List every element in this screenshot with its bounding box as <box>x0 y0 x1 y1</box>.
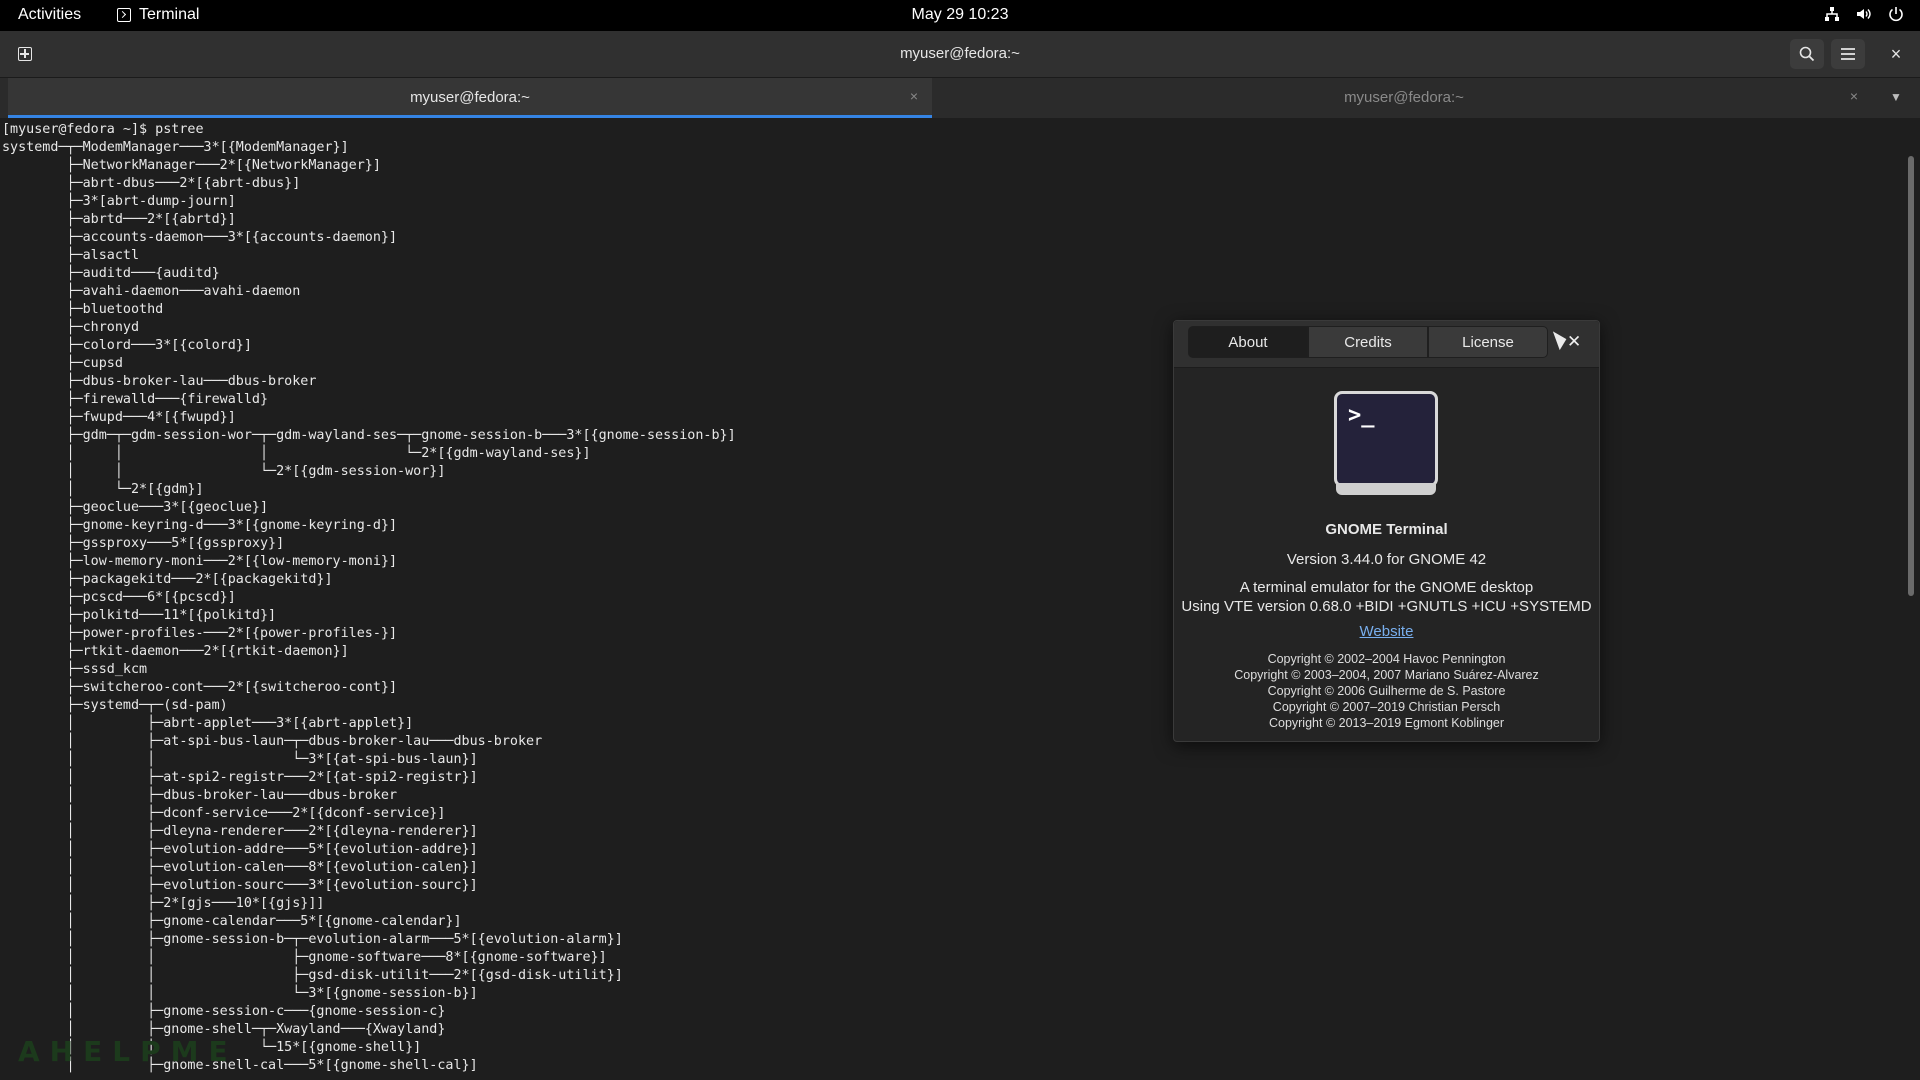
about-dialog-tabs: About Credits License <box>1188 326 1548 358</box>
system-tray[interactable] <box>1824 6 1904 26</box>
volume-icon[interactable] <box>1856 6 1872 26</box>
tab-1-label: myuser@fedora:~ <box>410 89 530 106</box>
search-icon <box>1799 46 1815 62</box>
app-name: GNOME Terminal <box>1325 521 1448 538</box>
power-icon[interactable] <box>1888 6 1904 26</box>
copyright-line: Copyright © 2007–2019 Christian Persch <box>1272 700 1501 714</box>
tab-bar: myuser@fedora:~ × myuser@fedora:~ × ▼ <box>0 78 1920 118</box>
tab-about[interactable]: About <box>1188 326 1308 358</box>
scrollbar[interactable] <box>1908 156 1914 596</box>
hamburger-icon <box>1841 48 1855 60</box>
copyright-line: Copyright © 2003–2004, 2007 Mariano Suár… <box>1234 668 1539 682</box>
terminal-window: myuser@fedora:~ × myuser@fedora:~ × myus… <box>0 31 1920 1080</box>
window-close-button[interactable]: × <box>1879 39 1913 69</box>
tab-credits[interactable]: Credits <box>1308 326 1428 358</box>
about-dialog-header: About Credits License ✕ <box>1174 321 1599 368</box>
header-bar: myuser@fedora:~ × <box>0 31 1920 78</box>
main-menu-button[interactable] <box>1831 39 1865 69</box>
search-button[interactable] <box>1790 39 1824 69</box>
tab-1-close-icon[interactable]: × <box>910 88 918 104</box>
copyright-line: Copyright © 2006 Guilherme de S. Pastore <box>1267 684 1506 698</box>
app-description: A terminal emulator for the GNOME deskto… <box>1174 578 1599 616</box>
tab-2-close-icon[interactable]: × <box>1850 88 1858 104</box>
dialog-close-button[interactable]: ✕ <box>1567 332 1581 352</box>
description-line-2: Using VTE version 0.68.0 +BIDI +GNUTLS +… <box>1181 598 1592 615</box>
gnome-terminal-logo-icon: >_ <box>1334 391 1438 495</box>
terminal-content[interactable]: [myuser@fedora ~]$ pstree systemd─┬─Mode… <box>0 119 1905 1080</box>
tab-1[interactable]: myuser@fedora:~ × <box>8 78 932 118</box>
tab-2-label: myuser@fedora:~ <box>1344 89 1464 106</box>
copyright-list: Copyright © 2002–2004 Havoc Pennington C… <box>1174 651 1599 731</box>
description-line-1: A terminal emulator for the GNOME deskto… <box>1239 579 1534 596</box>
website-link[interactable]: Website <box>1174 623 1599 640</box>
window-title: myuser@fedora:~ <box>900 45 1020 62</box>
logo-prompt: >_ <box>1348 403 1375 428</box>
close-icon: × <box>1890 43 1902 64</box>
tab-list-chevron-down-icon[interactable]: ▼ <box>1890 90 1902 104</box>
terminal-output[interactable]: [myuser@fedora ~]$ pstree systemd─┬─Mode… <box>0 119 1905 1075</box>
watermark: AHELPME <box>18 1035 238 1068</box>
app-version: Version 3.44.0 for GNOME 42 <box>1286 551 1487 568</box>
about-dialog: About Credits License ✕ >_ GNOME Termina… <box>1173 320 1600 742</box>
tab-2[interactable]: myuser@fedora:~ × <box>936 78 1872 118</box>
gnome-top-bar: Activities Terminal May 29 10:23 <box>0 0 1920 31</box>
tab-license[interactable]: License <box>1428 326 1548 358</box>
copyright-line: Copyright © 2013–2019 Egmont Koblinger <box>1268 716 1505 730</box>
clock[interactable]: May 29 10:23 <box>0 6 1920 24</box>
network-icon[interactable] <box>1824 6 1840 26</box>
copyright-line: Copyright © 2002–2004 Havoc Pennington <box>1267 652 1506 666</box>
